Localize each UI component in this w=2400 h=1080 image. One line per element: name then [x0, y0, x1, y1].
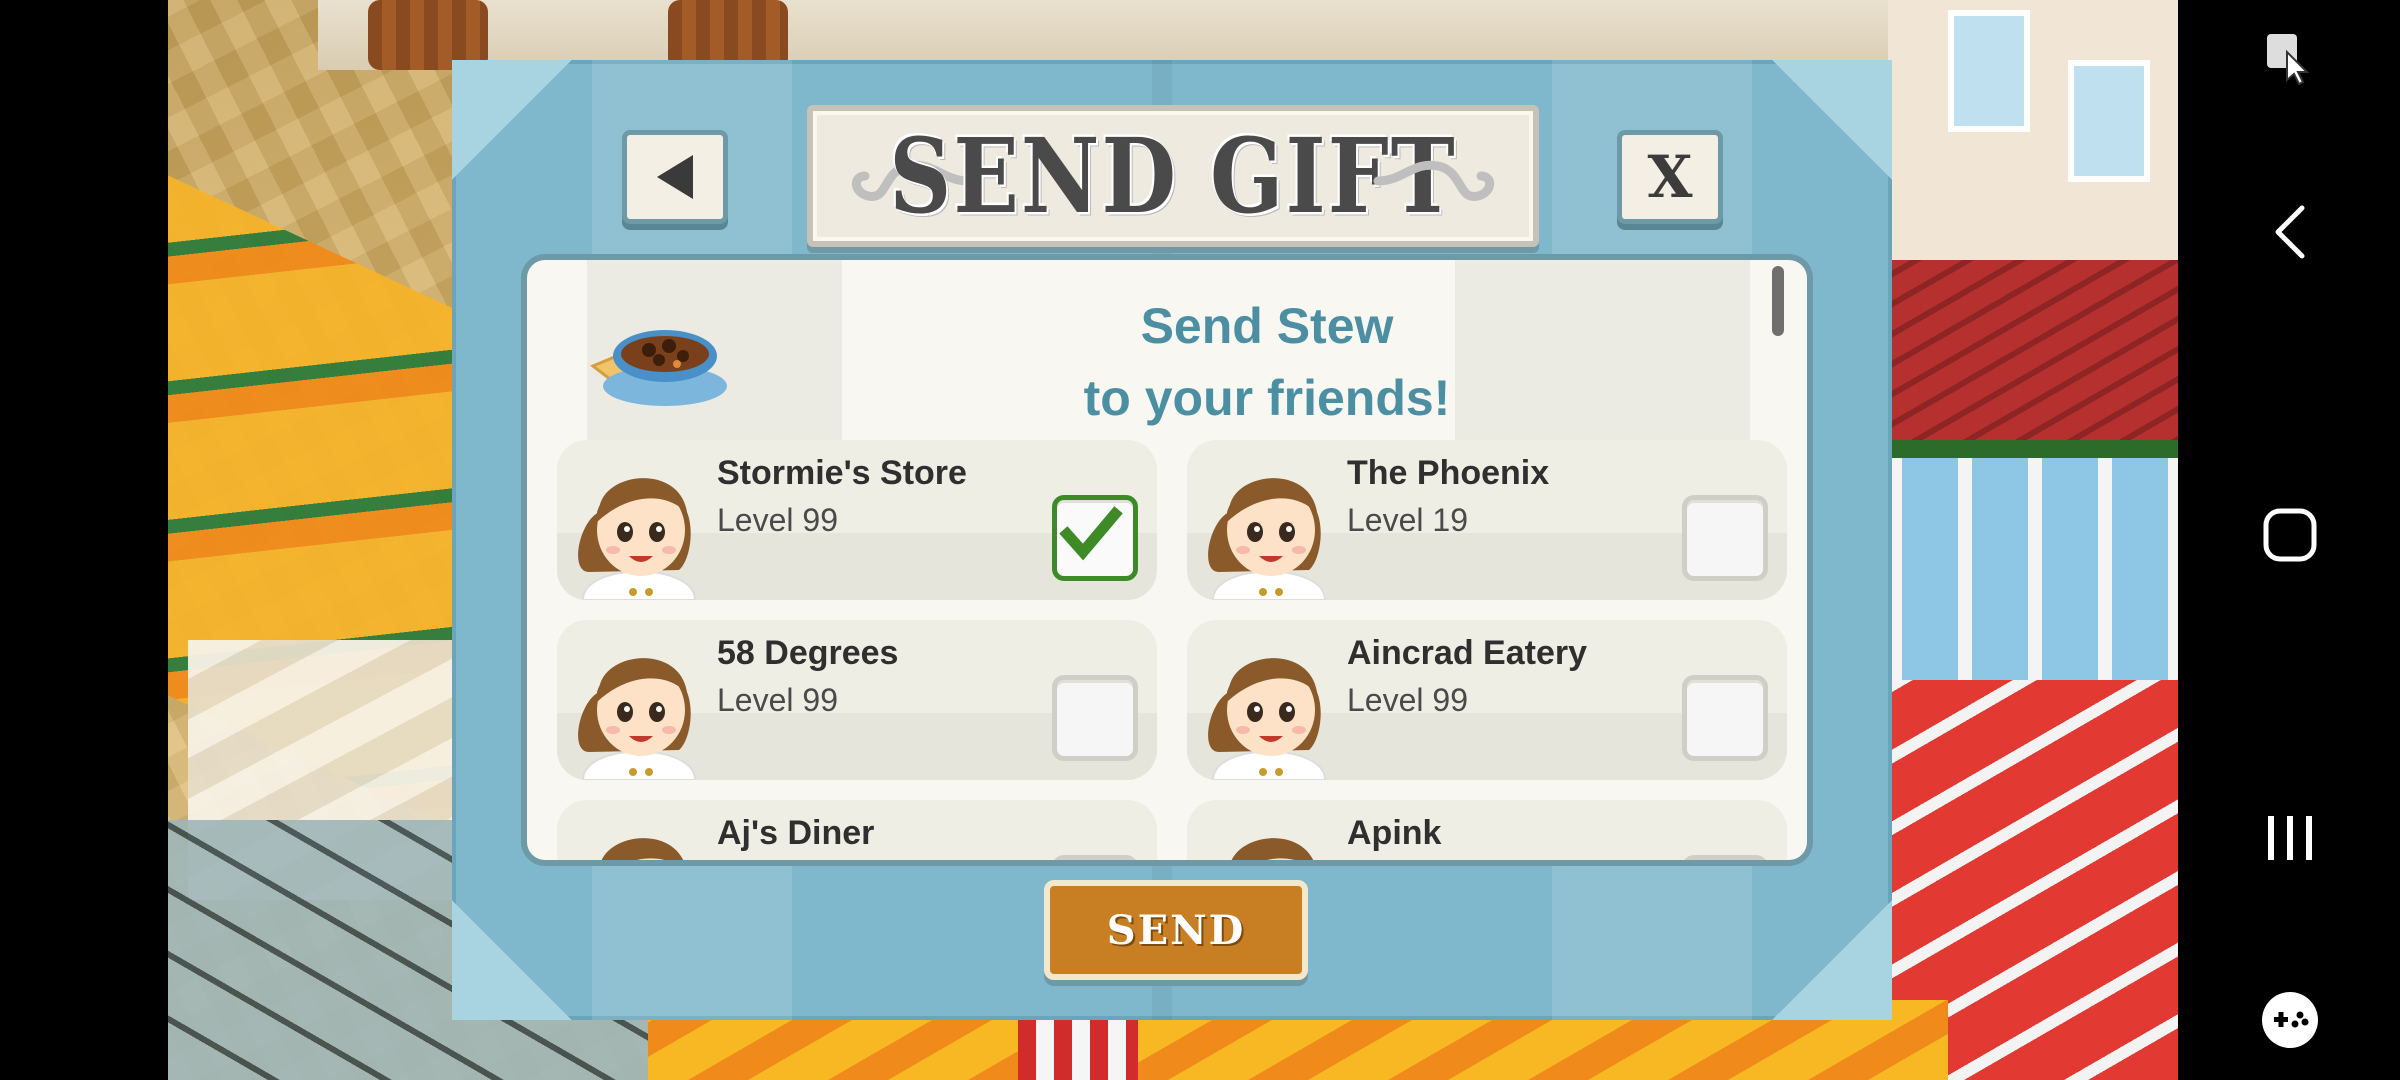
chef-avatar [1199, 812, 1339, 860]
friend-name: The Phoenix [1347, 454, 1550, 492]
friend-checkbox[interactable] [1682, 495, 1768, 581]
dialog-corner [452, 900, 572, 1020]
friend-checkbox[interactable] [1682, 855, 1768, 860]
friend-card[interactable]: Apink [1187, 800, 1787, 860]
friend-level: Level 19 [1347, 502, 1468, 538]
title-plaque: SEND GIFT [807, 105, 1539, 247]
gift-header: Send Stew to your friends! [527, 260, 1807, 440]
scrollbar-thumb[interactable] [1772, 266, 1784, 336]
striped-umbrella [1018, 1020, 1138, 1080]
checkmark-icon [1057, 506, 1123, 570]
friend-checkbox[interactable] [1052, 495, 1138, 581]
friend-name: Aincrad Eatery [1347, 634, 1587, 672]
back-button[interactable] [622, 130, 728, 224]
chef-avatar [1199, 632, 1339, 780]
dialog-corner [1772, 60, 1892, 180]
headline-line-2: to your friends! [1083, 370, 1451, 426]
dialog-corner [452, 60, 572, 180]
friend-name: 58 Degrees [717, 634, 899, 672]
chef-avatar [569, 812, 709, 860]
close-button[interactable]: X [1617, 130, 1723, 224]
friend-level: Level 99 [717, 682, 838, 718]
send-button-label: SEND [1106, 906, 1246, 954]
send-button[interactable]: SEND [1044, 880, 1308, 980]
friend-name: Apink [1347, 814, 1442, 852]
friend-checkbox[interactable] [1052, 855, 1138, 860]
friend-checkbox[interactable] [1682, 675, 1768, 761]
friend-card[interactable]: 58 Degrees Level 99 [557, 620, 1157, 780]
home-icon[interactable] [2250, 495, 2330, 575]
game-tools-icon[interactable] [2250, 980, 2330, 1060]
recent-apps-icon[interactable] [2250, 798, 2330, 878]
gift-headline: Send Stew to your friends! [857, 290, 1677, 434]
red-roof [1888, 260, 2178, 460]
dialog-corner [1772, 900, 1892, 1020]
friends-panel[interactable]: Send Stew to your friends! Stormie's Sto… [527, 260, 1807, 860]
friend-card[interactable]: Aj's Diner [557, 800, 1157, 860]
friend-level: Level 99 [717, 502, 838, 538]
chef-avatar [569, 452, 709, 600]
send-gift-dialog: SEND GIFT X Send Stew to your friends! S… [452, 60, 1892, 1020]
swirl-ornament-icon [1373, 160, 1495, 201]
restaurant-windows [1888, 440, 2178, 688]
headline-line-1: Send Stew [1140, 298, 1394, 354]
close-icon: X [1647, 143, 1693, 211]
friend-name: Stormie's Store [717, 454, 967, 492]
building-window [1948, 10, 2030, 132]
dialog-title: SEND GIFT [889, 115, 1457, 237]
friend-level: Level 99 [1347, 682, 1468, 718]
pointer-tool-icon[interactable] [2250, 18, 2330, 98]
friend-card[interactable]: Aincrad Eatery Level 99 [1187, 620, 1787, 780]
building-window [2068, 60, 2150, 182]
back-icon[interactable] [2250, 192, 2330, 272]
stew-bowl-icon [590, 330, 727, 406]
triangle-left-icon [657, 155, 693, 199]
friend-name: Aj's Diner [717, 814, 875, 852]
friend-card[interactable]: The Phoenix Level 19 [1187, 440, 1787, 600]
chef-avatar [1199, 452, 1339, 600]
friend-card[interactable]: Stormie's Store Level 99 [557, 440, 1157, 600]
friend-checkbox[interactable] [1052, 675, 1138, 761]
chef-avatar [569, 632, 709, 780]
